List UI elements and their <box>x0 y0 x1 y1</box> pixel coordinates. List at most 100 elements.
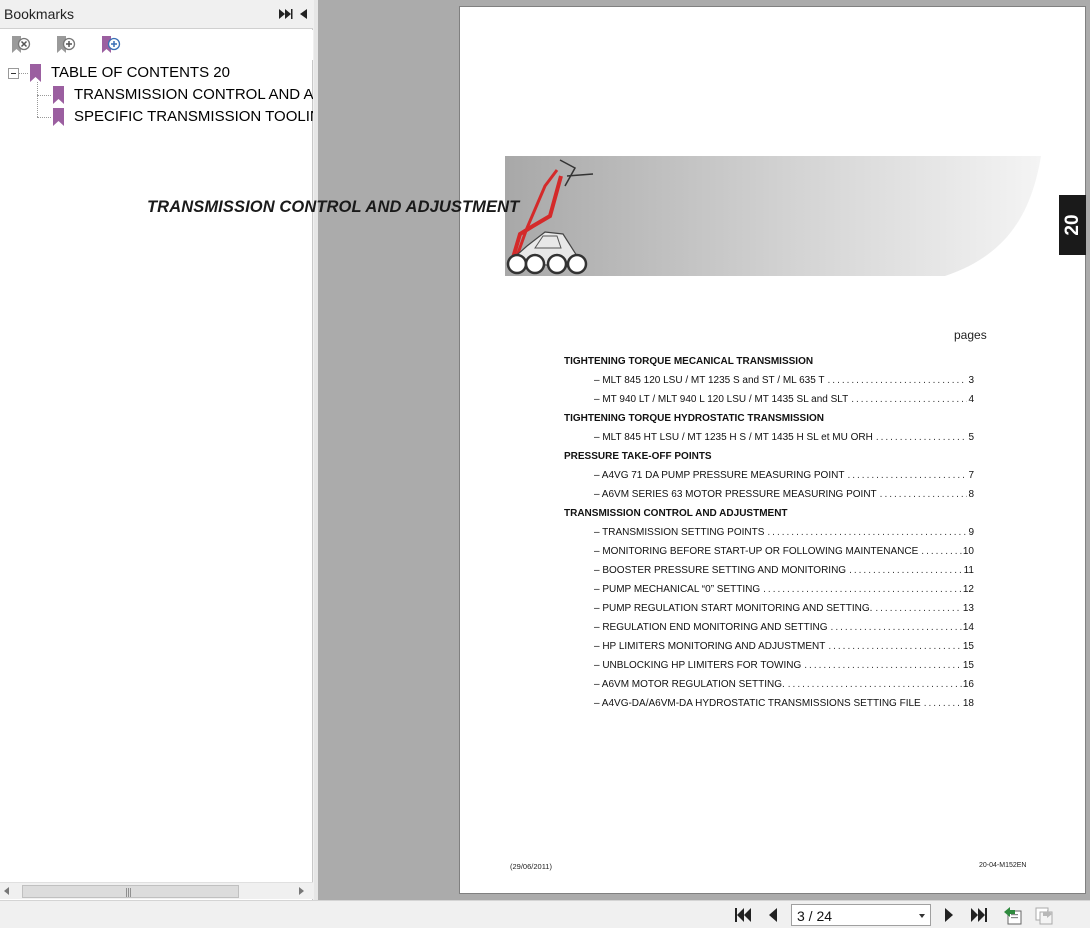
next-page-icon[interactable] <box>939 906 959 924</box>
tree-connector <box>37 82 38 117</box>
toc-entry-page: 4 <box>968 394 974 405</box>
toc-entry[interactable]: – MLT 845 120 LSU / MT 1235 S and ST / M… <box>594 375 974 389</box>
toc-entry-page: 13 <box>962 603 974 614</box>
bookmark-tree: TABLE OF CONTENTS 20 TRANSMISSION CONTRO… <box>0 62 313 142</box>
expand-bookmark-icon[interactable] <box>99 34 121 56</box>
toc-entry-text: – MT 940 LT / MLT 940 L 120 LSU / MT 143… <box>594 394 849 405</box>
toc-heading: PRESSURE TAKE-OFF POINTS <box>564 451 712 462</box>
toc-entry-page: 3 <box>968 375 974 386</box>
toc-entry-text: – A4VG-DA/A6VM-DA HYDROSTATIC TRANSMISSI… <box>594 698 921 709</box>
toc-entry-text: – A6VM SERIES 63 MOTOR PRESSURE MEASURIN… <box>594 489 877 500</box>
dot-leader: ........................................… <box>763 584 962 595</box>
toc-heading: TIGHTENING TORQUE HYDROSTATIC TRANSMISSI… <box>564 413 825 424</box>
toc-entry-text: – BOOSTER PRESSURE SETTING AND MONITORIN… <box>594 565 847 576</box>
bookmarks-hscrollbar[interactable]: ||| <box>0 882 313 899</box>
toc-entry-page: 16 <box>962 679 974 690</box>
bookmark-flag-icon <box>53 108 64 126</box>
tree-connector <box>19 73 28 74</box>
scroll-left-arrow-icon[interactable] <box>4 887 9 895</box>
toc-entry-text: – MLT 845 120 LSU / MT 1235 S and ST / M… <box>594 375 825 386</box>
dot-leader: ........................................… <box>879 489 968 500</box>
toc-entry-page: 11 <box>963 565 974 576</box>
pdf-page <box>459 6 1086 894</box>
toc-entry-text: – MONITORING BEFORE START-UP OR FOLLOWIN… <box>594 546 919 557</box>
page-number-select[interactable]: 3 / 24 <box>791 904 931 926</box>
page-number-value: 3 / 24 <box>797 908 833 924</box>
dot-leader: ........................................… <box>875 432 968 443</box>
scroll-right-arrow-icon[interactable] <box>299 887 304 895</box>
footer-doc-code: 20-04-M152EN <box>979 862 1027 869</box>
toc-heading: TIGHTENING TORQUE MECANICAL TRANSMISSION <box>564 356 814 367</box>
scroll-thumb[interactable]: ||| <box>22 885 239 898</box>
bookmark-item-root[interactable]: TABLE OF CONTENTS 20 <box>0 62 313 84</box>
dot-leader: ........................................… <box>830 622 962 633</box>
collapse-panel-icon[interactable] <box>298 8 308 20</box>
tree-connector <box>37 95 51 96</box>
delete-bookmark-icon[interactable] <box>9 34 31 56</box>
toc-entry-text: – MLT 845 HT LSU / MT 1235 H S / MT 1435… <box>594 432 873 443</box>
dot-leader: ........................................… <box>851 394 968 405</box>
dot-leader: ........................................… <box>804 660 962 671</box>
next-view-icon[interactable] <box>1033 905 1055 925</box>
toc-entry[interactable]: – MT 940 LT / MLT 940 L 120 LSU / MT 143… <box>594 394 974 408</box>
dot-leader: ........................................… <box>787 679 962 690</box>
last-page-icon[interactable] <box>969 906 989 924</box>
previous-view-icon[interactable] <box>1001 905 1023 925</box>
toc-entry[interactable]: – HP LIMITERS MONITORING AND ADJUSTMENT.… <box>594 641 974 655</box>
tree-connector <box>37 117 51 118</box>
bookmark-label: TABLE OF CONTENTS 20 <box>51 64 230 81</box>
toc-entry-page: 5 <box>968 432 974 443</box>
toc-entry[interactable]: – TRANSMISSION SETTING POINTS...........… <box>594 527 974 541</box>
grip-icon: ||| <box>125 888 132 898</box>
toc-entry-page: 9 <box>968 527 974 538</box>
section-banner <box>505 156 1041 276</box>
bookmark-label: SPECIFIC TRANSMISSION TOOLING <box>74 108 313 125</box>
dot-leader: ........................................… <box>875 603 962 614</box>
toc-entry-page: 15 <box>962 660 974 671</box>
dot-leader: ........................................… <box>849 565 963 576</box>
bookmark-label: TRANSMISSION CONTROL AND ADJUSTMENT <box>74 86 313 103</box>
expand-panel-icon[interactable] <box>279 8 293 20</box>
toc-entry-text: – PUMP REGULATION START MONITORING AND S… <box>594 603 873 614</box>
dot-leader: ........................................… <box>923 698 962 709</box>
toc-entry[interactable]: – MLT 845 HT LSU / MT 1235 H S / MT 1435… <box>594 432 974 446</box>
footer-date: (29/06/2011) <box>510 862 552 871</box>
toc-entry[interactable]: – BOOSTER PRESSURE SETTING AND MONITORIN… <box>594 565 974 579</box>
toc-entry[interactable]: – PUMP REGULATION START MONITORING AND S… <box>594 603 974 617</box>
toc-entry-page: 14 <box>962 622 974 633</box>
toc-entry[interactable]: – A6VM SERIES 63 MOTOR PRESSURE MEASURIN… <box>594 489 974 503</box>
toc-entry-text: – PUMP MECHANICAL “0” SETTING <box>594 584 761 595</box>
dot-leader: ........................................… <box>767 527 967 538</box>
bookmark-flag-icon <box>53 86 64 104</box>
toc-entry-page: 18 <box>962 698 974 709</box>
toc-entry-text: – UNBLOCKING HP LIMITERS FOR TOWING <box>594 660 802 671</box>
chevron-down-icon <box>919 914 925 918</box>
previous-page-icon[interactable] <box>763 906 783 924</box>
toc-entry[interactable]: – A4VG-DA/A6VM-DA HYDROSTATIC TRANSMISSI… <box>594 698 974 712</box>
toc-entry[interactable]: – A6VM MOTOR REGULATION SETTING.........… <box>594 679 974 693</box>
tree-collapse-toggle[interactable] <box>8 68 19 79</box>
bookmark-flag-icon <box>30 64 41 82</box>
chapter-number: 20 <box>1062 214 1083 236</box>
dot-leader: ........................................… <box>828 641 962 652</box>
bookmarks-header: Bookmarks <box>0 0 313 29</box>
toc-entry[interactable]: – REGULATION END MONITORING AND SETTING.… <box>594 622 974 636</box>
pages-column-label: pages <box>954 328 987 342</box>
dot-leader: ........................................… <box>827 375 968 386</box>
toc-entry-page: 7 <box>968 470 974 481</box>
toc-entry[interactable]: – UNBLOCKING HP LIMITERS FOR TOWING.....… <box>594 660 974 674</box>
dot-leader: ........................................… <box>921 546 962 557</box>
toc-entry[interactable]: – PUMP MECHANICAL “0” SETTING...........… <box>594 584 974 598</box>
toc-entry-text: – A6VM MOTOR REGULATION SETTING. <box>594 679 785 690</box>
new-bookmark-icon[interactable] <box>54 34 76 56</box>
dot-leader: ........................................… <box>847 470 967 481</box>
toc-entry-page: 12 <box>962 584 974 595</box>
bookmarks-panel: Bookmarks TABLE OF CONTENTS 20 TRANSMISS… <box>0 0 313 900</box>
toc-entry[interactable]: – MONITORING BEFORE START-UP OR FOLLOWIN… <box>594 546 974 560</box>
toc-heading: TRANSMISSION CONTROL AND ADJUSTMENT <box>564 508 788 519</box>
toc-entry-text: – HP LIMITERS MONITORING AND ADJUSTMENT <box>594 641 826 652</box>
section-title: TRANSMISSION CONTROL AND ADJUSTMENT <box>147 198 520 216</box>
toc-entry-page: 10 <box>962 546 974 557</box>
toc-entry[interactable]: – A4VG 71 DA PUMP PRESSURE MEASURING POI… <box>594 470 974 484</box>
first-page-icon[interactable] <box>733 906 753 924</box>
